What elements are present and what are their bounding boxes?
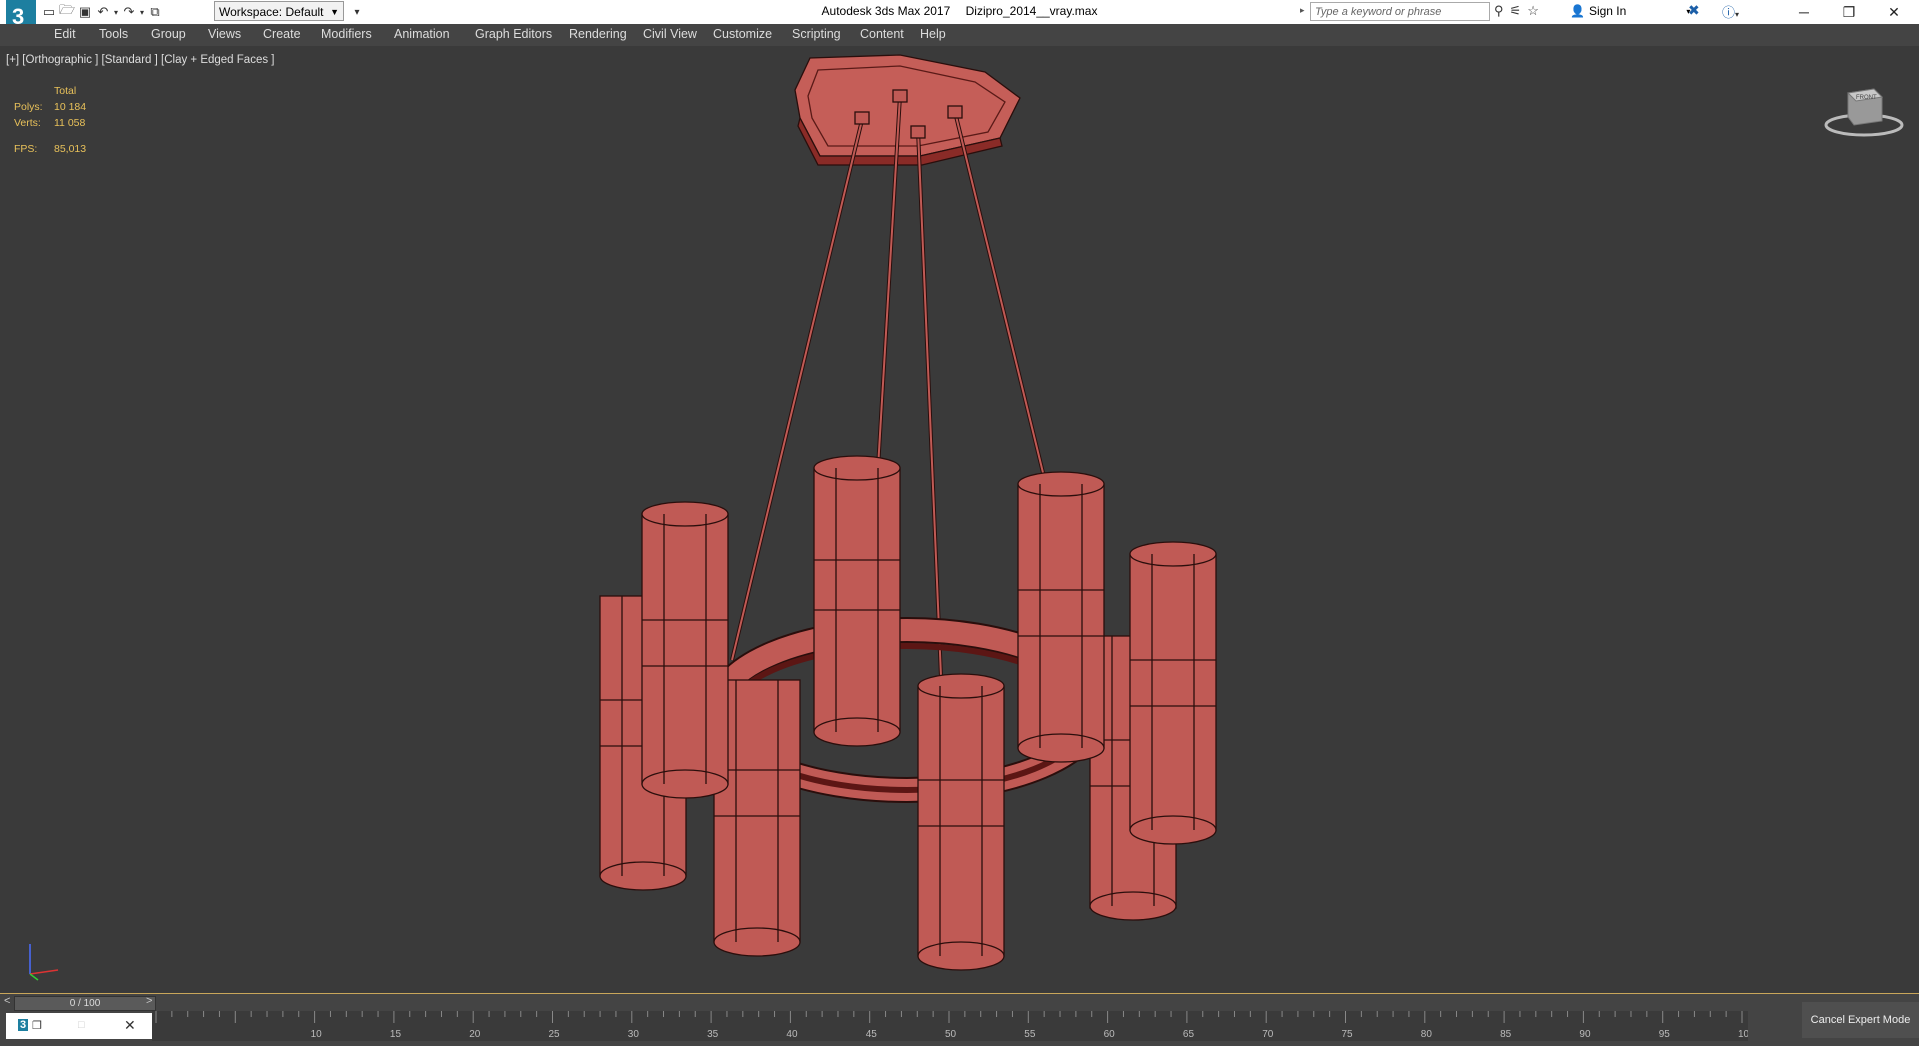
- track-tick-label: 30: [628, 1029, 640, 1040]
- viewcube-icon[interactable]: FRONT: [1822, 81, 1906, 141]
- time-next-button[interactable]: >: [146, 995, 152, 1007]
- track-bar-ticks: 10 15 20 25 30 35 40 45 50 55 60 65 70 75 80 85 90 95 100: [155, 1011, 1755, 1040]
- track-tick-label: 40: [786, 1029, 798, 1040]
- light-cylinder[interactable]: [1129, 541, 1217, 845]
- light-cylinder[interactable]: [641, 501, 729, 799]
- menu-graph-editors[interactable]: Graph Editors: [475, 27, 552, 41]
- axis-tripod-icon: [29, 944, 59, 981]
- close-icon[interactable]: ✕: [1872, 0, 1916, 24]
- light-cylinder[interactable]: [1017, 471, 1105, 763]
- search-expand-icon[interactable]: ▸: [1300, 5, 1305, 16]
- light-cylinder[interactable]: [917, 673, 1005, 971]
- time-slider[interactable]: 0 / 100: [14, 996, 156, 1011]
- search-placeholder: Type a keyword or phrase: [1315, 6, 1442, 18]
- menu-group[interactable]: Group: [151, 27, 186, 41]
- menu-edit[interactable]: Edit: [54, 27, 76, 41]
- track-tick-label: 85: [1500, 1029, 1512, 1040]
- track-tick-label: 65: [1183, 1029, 1195, 1040]
- track-tick-label: 75: [1342, 1029, 1354, 1040]
- perspective-viewport[interactable]: [+] [Orthographic ] [Standard ] [Clay + …: [0, 46, 1919, 994]
- menu-views[interactable]: Views: [208, 27, 241, 41]
- blank-window-icon[interactable]: □: [78, 1019, 85, 1031]
- sign-in-label: Sign In: [1588, 4, 1627, 18]
- frame-display: 0 / 100: [69, 998, 101, 1009]
- track-tick-label: 50: [945, 1029, 957, 1040]
- cancel-expert-mode-button[interactable]: Cancel Expert Mode: [1802, 1002, 1919, 1038]
- user-icon: 👤: [1570, 4, 1585, 18]
- track-tick-label: 60: [1104, 1029, 1116, 1040]
- favorites-star-icon[interactable]: ☆: [1527, 3, 1539, 19]
- app-mini-icon: 3: [18, 1019, 29, 1031]
- track-tick-label: 100: [1738, 1029, 1748, 1040]
- chandelier-model[interactable]: [0, 46, 1919, 993]
- menu-create[interactable]: Create: [263, 27, 301, 41]
- menu-customize[interactable]: Customize: [713, 27, 772, 41]
- time-slider-bar: [0, 994, 1919, 1011]
- track-tick-label: 15: [390, 1029, 402, 1040]
- binoculars-icon[interactable]: ⚲: [1494, 3, 1504, 19]
- time-prev-button[interactable]: <: [4, 995, 10, 1007]
- menu-help[interactable]: Help: [920, 27, 946, 41]
- menu-rendering[interactable]: Rendering: [569, 27, 627, 41]
- track-tick-label: 55: [1024, 1029, 1036, 1040]
- window-stack-icon[interactable]: ❐: [32, 1019, 42, 1032]
- search-tools: ⚲ ⚟ ☆: [1494, 3, 1539, 19]
- track-tick-label: 20: [469, 1029, 481, 1040]
- track-tick-label: 90: [1579, 1029, 1591, 1040]
- help-icon[interactable]: ⓘ▾: [1722, 2, 1739, 21]
- search-input[interactable]: Type a keyword or phrase: [1310, 2, 1490, 21]
- track-tick-label: 35: [707, 1029, 719, 1040]
- communication-center-icon[interactable]: ⚟: [1510, 3, 1522, 19]
- autodesk-exchange-icon[interactable]: ✖: [1688, 2, 1700, 19]
- track-bar[interactable]: 10 15 20 25 30 35 40 45 50 55 60 65 70 75 80 85 90 95 100: [152, 1011, 1755, 1041]
- minimize-icon[interactable]: ─: [1782, 0, 1826, 24]
- menu-modifiers[interactable]: Modifiers: [321, 27, 372, 41]
- svg-text:FRONT: FRONT: [1856, 95, 1877, 101]
- menu-bar: Edit Tools Group Views Create Modifiers …: [0, 24, 1919, 47]
- restore-icon[interactable]: ❐: [1827, 0, 1871, 24]
- menu-tools[interactable]: Tools: [99, 27, 128, 41]
- sign-in-button[interactable]: 👤 Sign In ▾: [1570, 4, 1690, 18]
- title-bar: 3 ▭ 🗁 ▣ ↶ ▾ ↷ ▾ ⧉ Workspace: Default ▼ ▾…: [0, 0, 1919, 44]
- track-tick-label: 45: [866, 1029, 878, 1040]
- menu-content[interactable]: Content: [860, 27, 904, 41]
- menu-animation[interactable]: Animation: [394, 27, 450, 41]
- app-title: Autodesk 3ds Max 2017: [821, 4, 951, 18]
- maxscript-listener-box[interactable]: 3 ❐ □ ✕: [6, 1013, 152, 1039]
- light-cylinder[interactable]: [813, 455, 901, 747]
- menu-scripting[interactable]: Scripting: [792, 27, 841, 41]
- track-tick-label: 80: [1421, 1029, 1433, 1040]
- track-tick-label: 95: [1659, 1029, 1671, 1040]
- cancel-expert-label: Cancel Expert Mode: [1810, 1014, 1911, 1026]
- close-icon[interactable]: ✕: [124, 1017, 136, 1034]
- track-tick-label: 70: [1262, 1029, 1274, 1040]
- menu-civil-view[interactable]: Civil View: [643, 27, 697, 41]
- file-name: Dizipro_2014__vray.max: [965, 4, 1098, 18]
- track-tick-label: 10: [311, 1029, 323, 1040]
- track-tick-label: 25: [549, 1029, 561, 1040]
